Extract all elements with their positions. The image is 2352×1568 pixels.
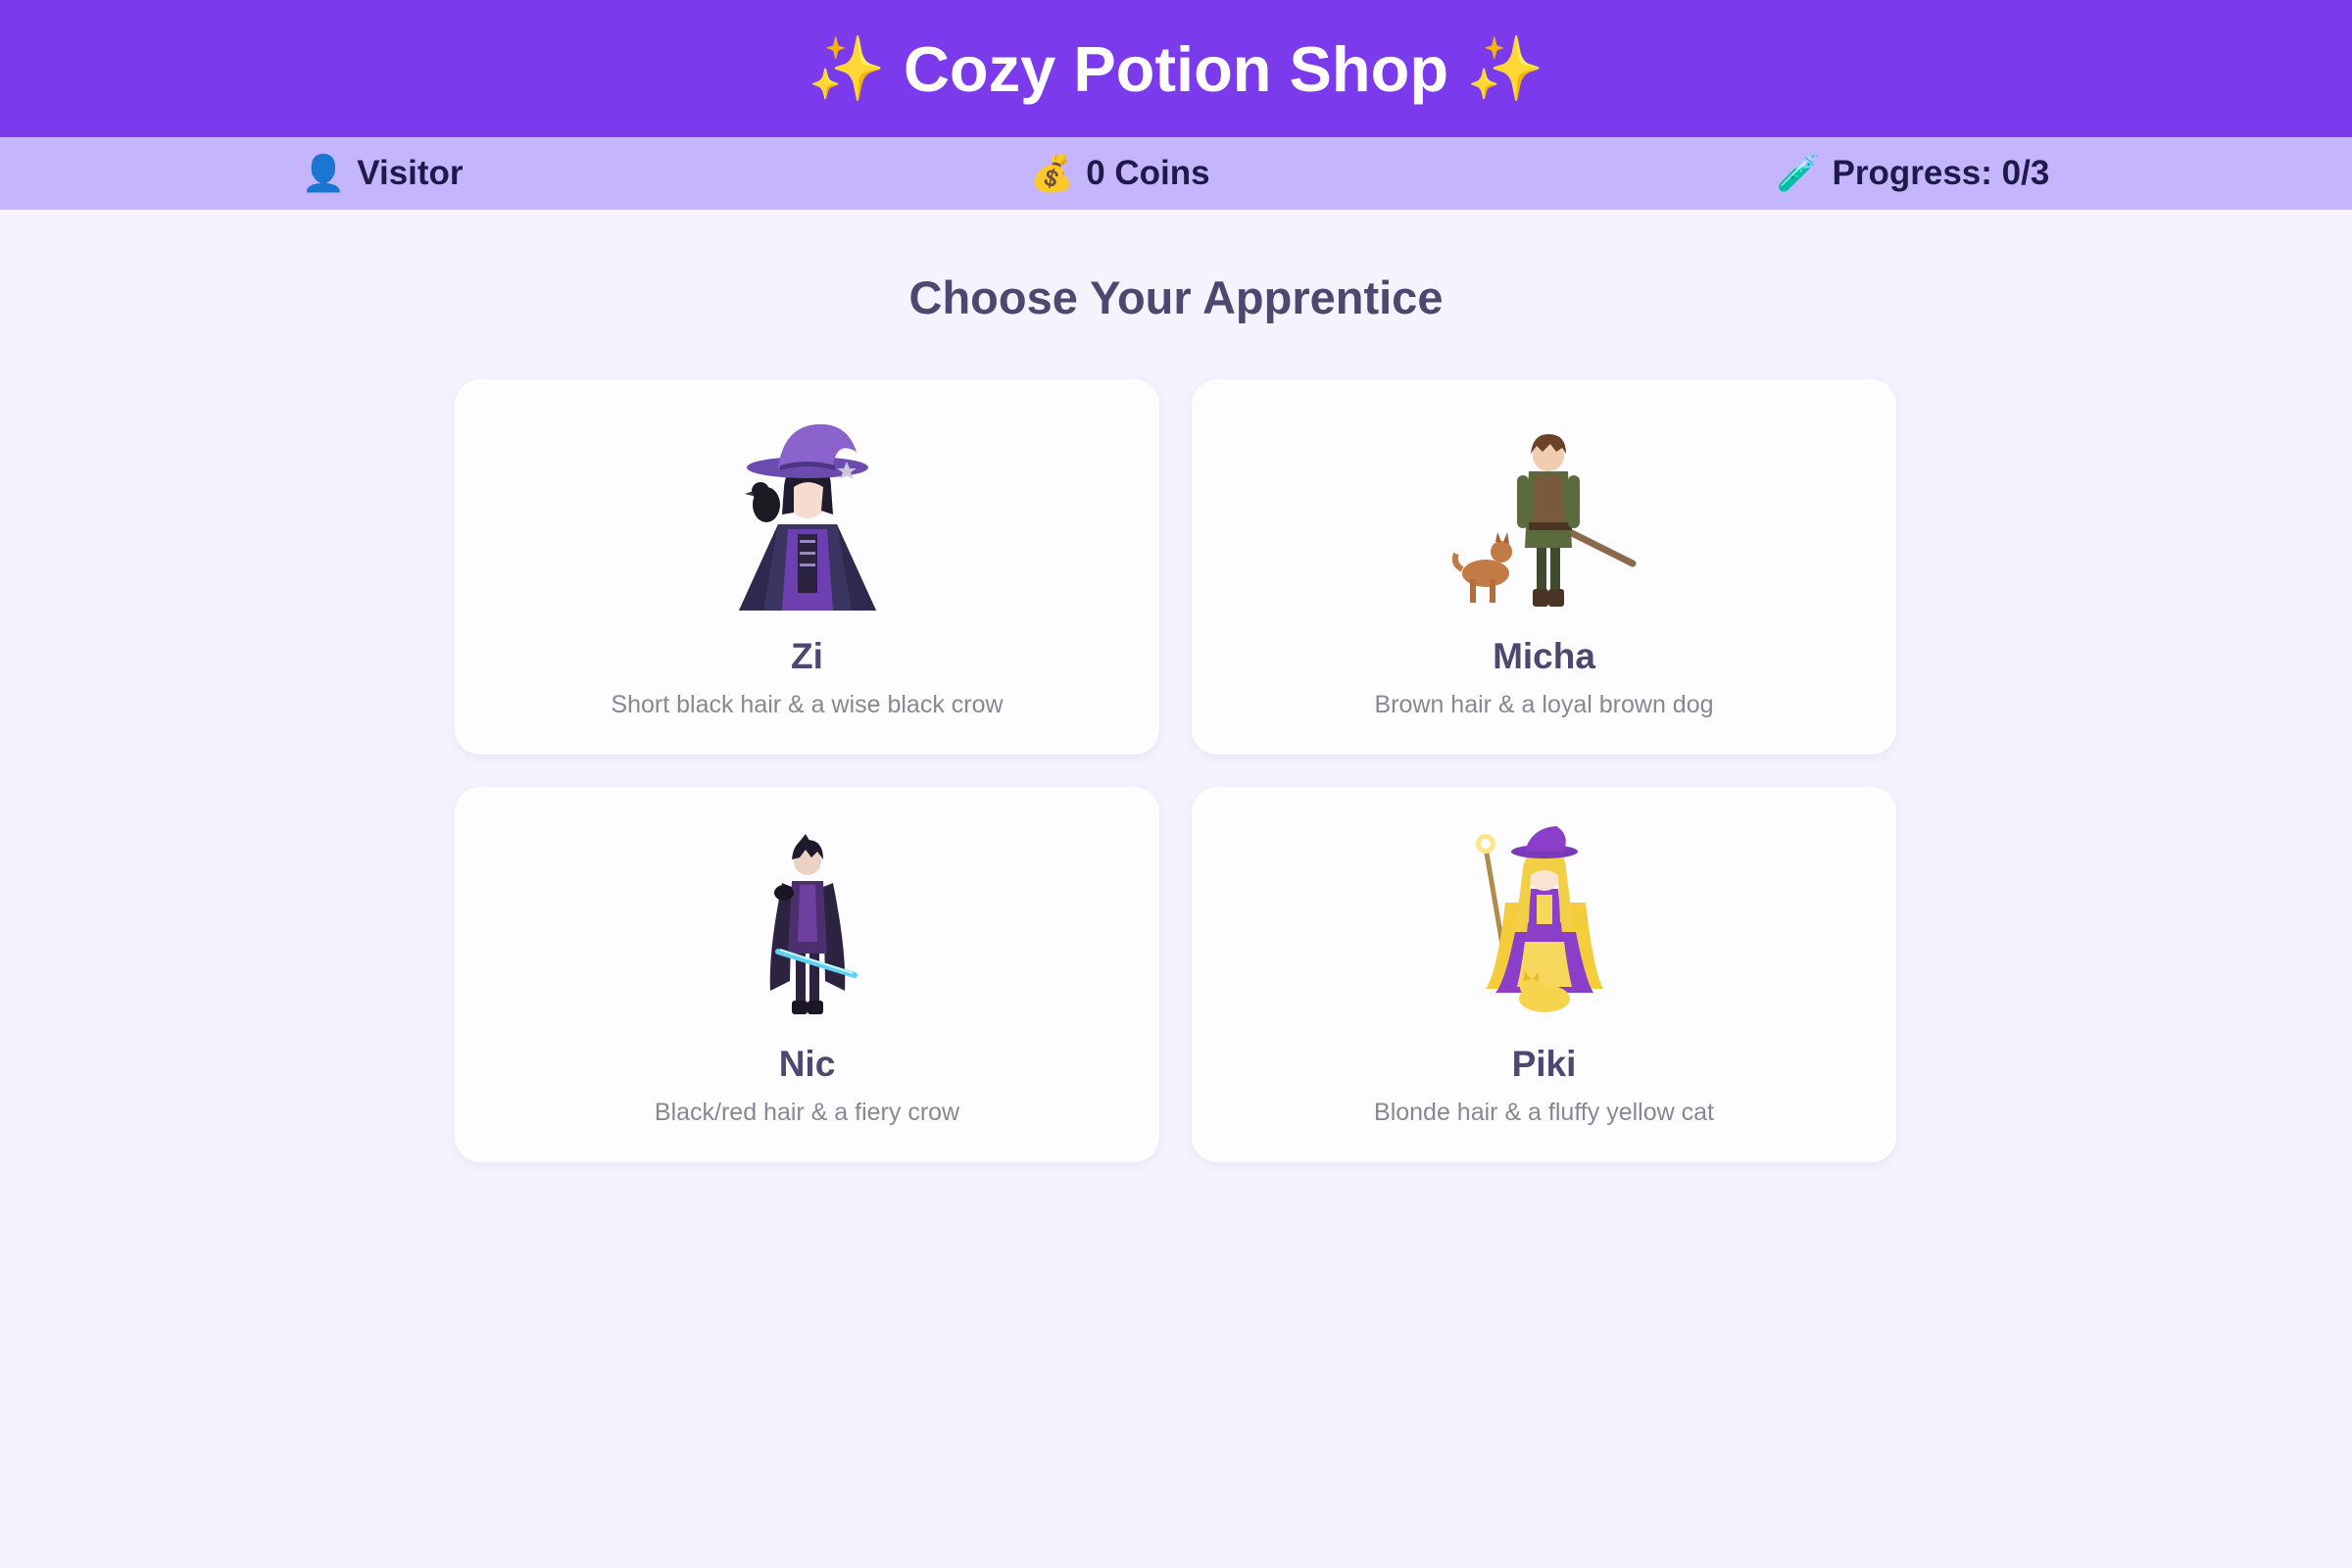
coins-label: 0 Coins (1086, 154, 1210, 192)
apprentice-description: Black/red hair & a fiery crow (654, 1099, 960, 1126)
section-title: Choose Your Apprentice (908, 271, 1444, 323)
apprentice-card-micha[interactable]: Micha Brown hair & a loyal brown dog (1192, 379, 1896, 755)
rogue-nic-portrait (769, 834, 858, 1014)
money-bag-icon: 💰 (1030, 153, 1075, 193)
apprentice-name: Nic (778, 1044, 836, 1084)
person-icon: 👤 (301, 153, 346, 193)
apprentice-description: Short black hair & a wise black crow (611, 691, 1004, 718)
witch-zi-portrait (738, 423, 876, 611)
test-tube-icon: 🧪 (1776, 153, 1821, 193)
apprentice-name: Micha (1493, 636, 1595, 676)
progress-status: 🧪 Progress: 0/3 (1777, 137, 2050, 210)
apprentice-card-zi[interactable]: Zi Short black hair & a wise black crow (455, 379, 1159, 755)
sparkles-icon: ✨ (808, 32, 886, 104)
apprentice-name: Piki (1511, 1044, 1577, 1084)
status-bar: 👤 Visitor 💰 0 Coins 🧪 Progress: 0/3 (0, 137, 2352, 210)
visitor-status: 👤 Visitor (301, 137, 463, 210)
apprentice-description: Brown hair & a loyal brown dog (1374, 691, 1714, 718)
progress-label: Progress: 0/3 (1832, 154, 2050, 192)
warrior-micha-portrait (1451, 434, 1636, 607)
mage-piki-portrait (1475, 826, 1603, 1012)
visitor-label: Visitor (357, 154, 464, 192)
app-title-row: ✨ Cozy Potion Shop ✨ (808, 32, 1544, 106)
apprentice-name: Zi (791, 636, 823, 676)
apprentice-description: Blonde hair & a fluffy yellow cat (1374, 1099, 1714, 1126)
apprentice-card-nic[interactable]: Nic Black/red hair & a fiery crow (455, 787, 1159, 1162)
app-header: ✨ Cozy Potion Shop ✨ (0, 0, 2352, 137)
coins-status: 💰 0 Coins (1030, 137, 1209, 210)
apprentice-card-piki[interactable]: Piki Blonde hair & a fluffy yellow cat (1192, 787, 1896, 1162)
sparkles-icon: ✨ (1466, 32, 1544, 104)
app-title: Cozy Potion Shop (903, 32, 1449, 105)
